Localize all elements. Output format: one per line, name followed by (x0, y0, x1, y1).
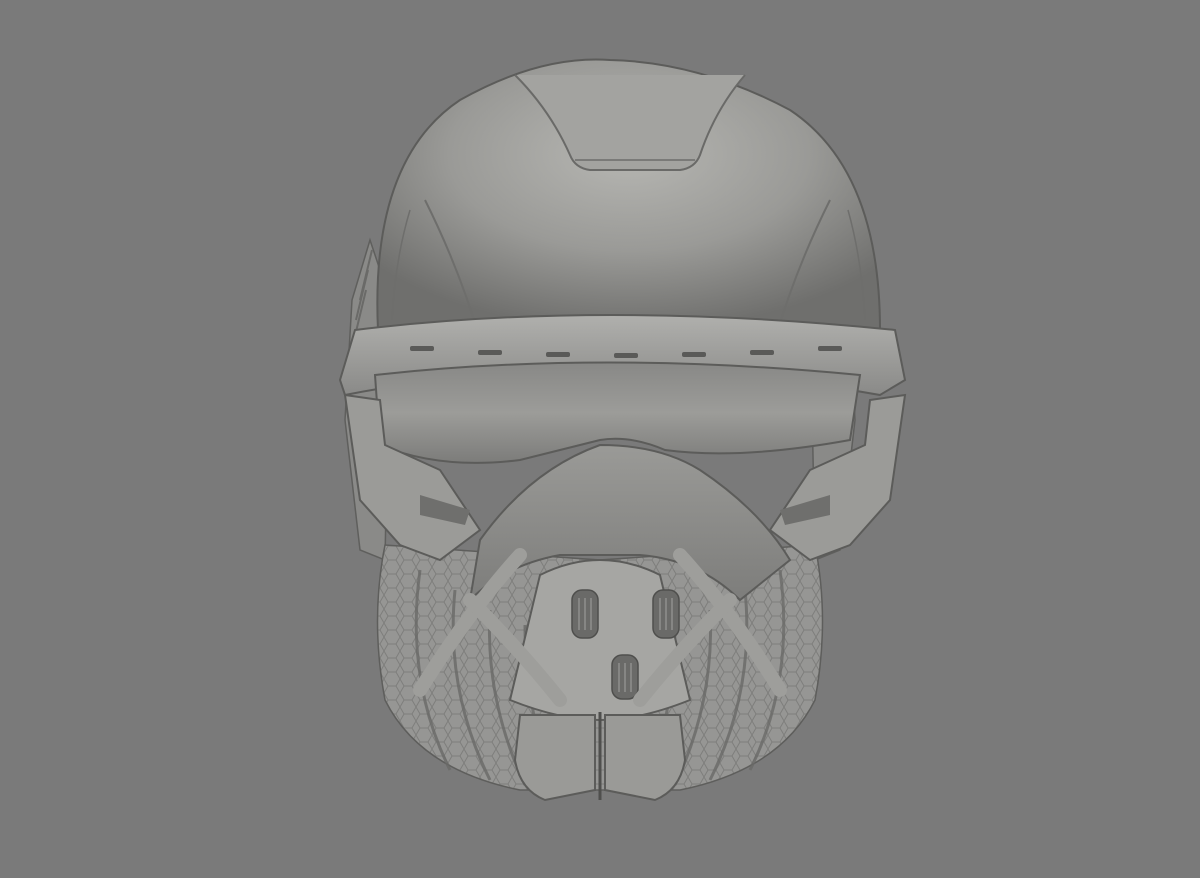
helmet-model (338, 58, 907, 802)
viewport-canvas[interactable] (0, 0, 1200, 878)
helmet-dome (376, 58, 882, 341)
chin-piece (513, 712, 687, 802)
